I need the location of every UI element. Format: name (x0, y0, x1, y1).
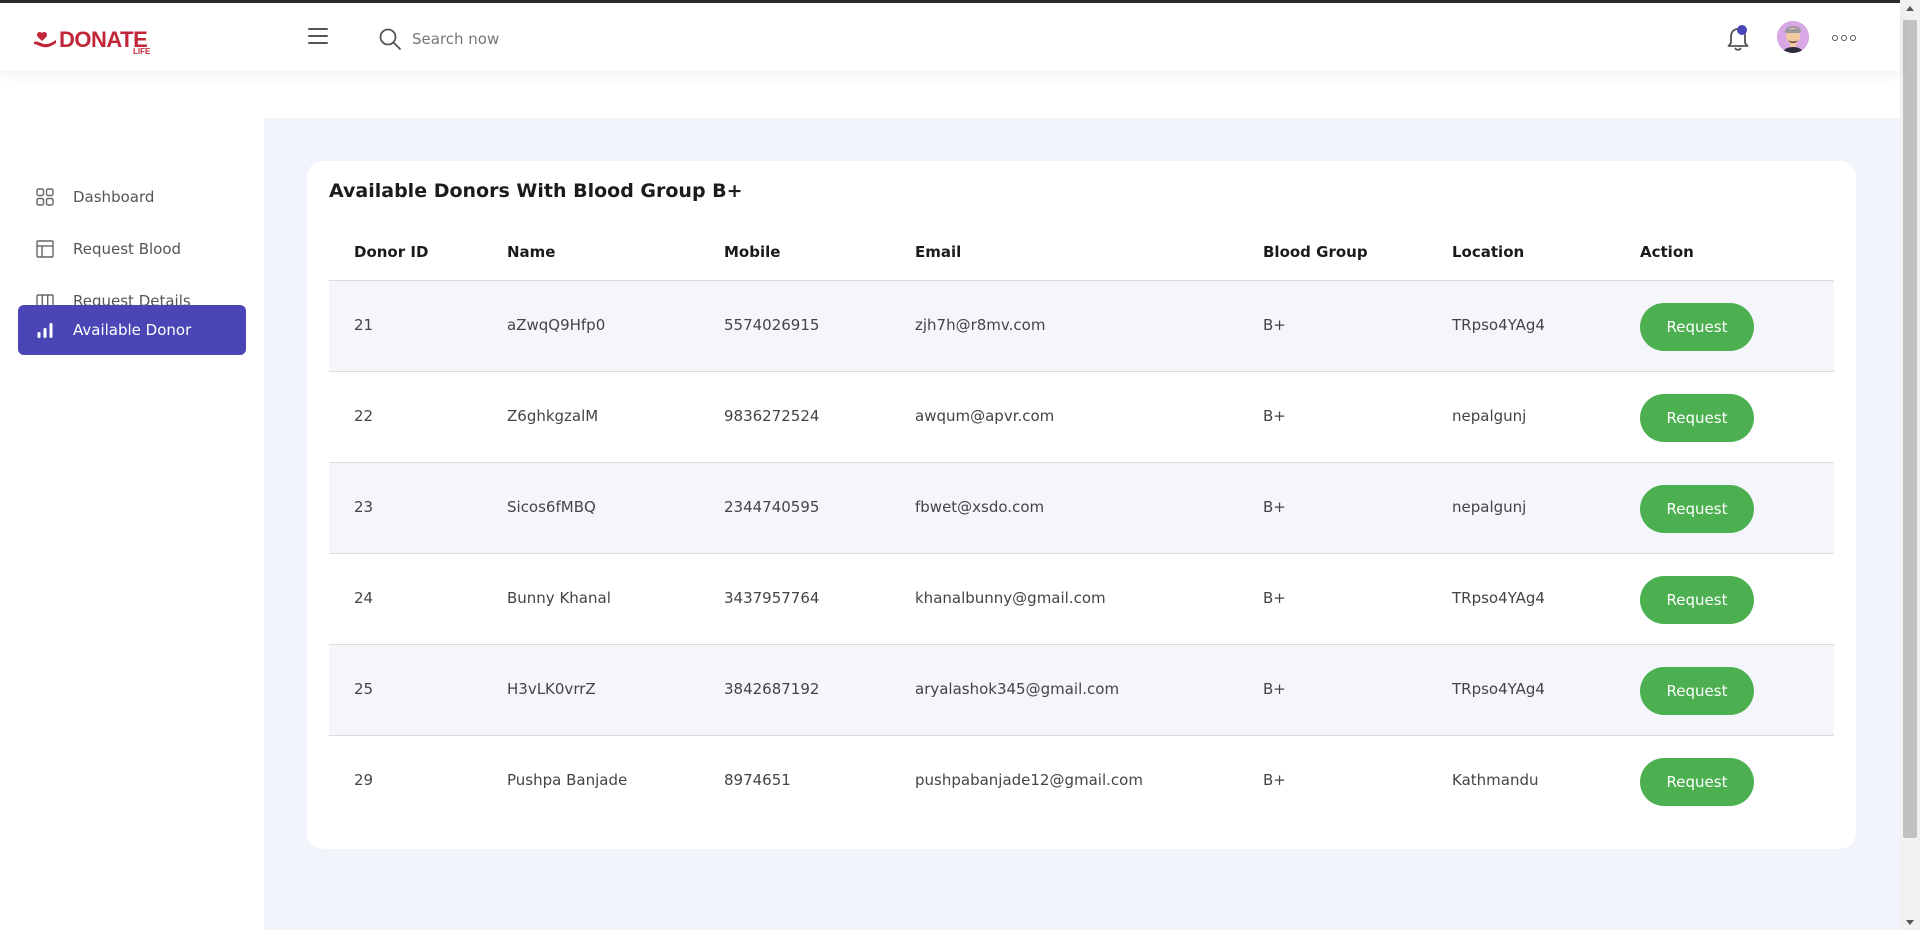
donor-id-cell: 22 (354, 407, 374, 425)
scroll-up-arrow-icon[interactable] (1906, 6, 1914, 11)
name-cell: H3vLK0vrrZ (507, 680, 596, 698)
search-icon (379, 28, 401, 50)
location-cell: TRpso4YAg4 (1452, 316, 1545, 334)
column-header-action: Action (1640, 243, 1694, 261)
donor-id-cell: 23 (354, 498, 374, 516)
user-avatar[interactable] (1777, 21, 1809, 53)
page-title: Available Donors With Blood Group B+ (329, 180, 743, 202)
mobile-cell: 9836272524 (724, 407, 820, 425)
location-cell: Kathmandu (1452, 771, 1539, 789)
table-row: 23 Sicos6fMBQ 2344740595 fbwet@xsdo.com … (329, 463, 1834, 554)
table-row: 21 aZwqQ9Hfp0 5574026915 zjh7h@r8mv.com … (329, 281, 1834, 372)
notification-badge (1737, 25, 1747, 35)
bar-chart-icon (35, 320, 55, 340)
mobile-cell: 2344740595 (724, 498, 820, 516)
email-cell: pushpabanjade12@gmail.com (915, 771, 1143, 789)
email-cell: khanalbunny@gmail.com (915, 589, 1106, 607)
request-button[interactable]: Request (1640, 485, 1754, 533)
scroll-down-arrow-icon[interactable] (1906, 920, 1914, 925)
request-button[interactable]: Request (1640, 667, 1754, 715)
column-header-email: Email (915, 243, 962, 261)
table-row: 22 Z6ghkgzalM 9836272524 awqum@apvr.com … (329, 372, 1834, 463)
column-header-location: Location (1452, 243, 1525, 261)
user-avatar-icon (1777, 21, 1809, 53)
request-button[interactable]: Request (1640, 758, 1754, 806)
donor-id-cell: 24 (354, 589, 374, 607)
blood-group-cell: B+ (1263, 407, 1286, 425)
table-row: 29 Pushpa Banjade 8974651 pushpabanjade1… (329, 736, 1834, 827)
donor-id-cell: 29 (354, 771, 374, 789)
location-cell: nepalgunj (1452, 407, 1527, 425)
location-cell: nepalgunj (1452, 498, 1527, 516)
sidebar-item-available-donor[interactable]: Available Donor (18, 305, 246, 355)
logo-subtext: LIFE (133, 47, 151, 56)
email-cell: fbwet@xsdo.com (915, 498, 1045, 516)
grid-icon (35, 187, 55, 207)
scrollbar-thumb[interactable] (1903, 20, 1917, 838)
donor-id-cell: 25 (354, 680, 374, 698)
search-input[interactable] (412, 23, 812, 55)
column-header-blood-group: Blood Group (1263, 243, 1368, 261)
request-button[interactable]: Request (1640, 576, 1754, 624)
table-header: Donor ID Name Mobile Email Blood Group L… (329, 223, 1834, 281)
name-cell: Pushpa Banjade (507, 771, 628, 789)
sidebar-item-label: Dashboard (73, 188, 155, 206)
menu-toggle-icon[interactable] (308, 28, 330, 48)
sidebar-item-label: Request Blood (73, 240, 182, 258)
blood-group-cell: B+ (1263, 316, 1286, 334)
email-cell: awqum@apvr.com (915, 407, 1055, 425)
sidebar-item-dashboard[interactable]: Dashboard (18, 172, 246, 222)
heart-hand-icon (34, 31, 56, 48)
table-row: 24 Bunny Khanal 3437957764 khanalbunny@g… (329, 554, 1834, 645)
mobile-cell: 8974651 (724, 771, 791, 789)
sidebar-item-label: Available Donor (73, 321, 192, 339)
donor-id-cell: 21 (354, 316, 374, 334)
vertical-scrollbar[interactable] (1900, 0, 1920, 930)
table-row: 25 H3vLK0vrrZ 3842687192 aryalashok345@g… (329, 645, 1834, 736)
column-header-mobile: Mobile (724, 243, 781, 261)
name-cell: Sicos6fMBQ (507, 498, 596, 516)
donor-table: Donor ID Name Mobile Email Blood Group L… (329, 223, 1834, 827)
name-cell: Z6ghkgzalM (507, 407, 599, 425)
name-cell: aZwqQ9Hfp0 (507, 316, 606, 334)
blood-group-cell: B+ (1263, 498, 1286, 516)
mobile-cell: 3842687192 (724, 680, 820, 698)
sidebar-item-request-blood[interactable]: Request Blood (18, 224, 246, 274)
column-header-donor-id: Donor ID (354, 243, 429, 261)
blood-group-cell: B+ (1263, 680, 1286, 698)
blood-group-cell: B+ (1263, 589, 1286, 607)
location-cell: TRpso4YAg4 (1452, 589, 1545, 607)
email-cell: zjh7h@r8mv.com (915, 316, 1046, 334)
location-cell: TRpso4YAg4 (1452, 680, 1545, 698)
name-cell: Bunny Khanal (507, 589, 611, 607)
column-header-name: Name (507, 243, 556, 261)
blood-group-cell: B+ (1263, 771, 1286, 789)
top-header: DONATE LIFE (0, 3, 1900, 71)
request-button[interactable]: Request (1640, 394, 1754, 442)
mobile-cell: 5574026915 (724, 316, 820, 334)
donor-table-card: Available Donors With Blood Group B+ Don… (307, 161, 1856, 849)
email-cell: aryalashok345@gmail.com (915, 680, 1120, 698)
mobile-cell: 3437957764 (724, 589, 820, 607)
request-button[interactable]: Request (1640, 303, 1754, 351)
more-options-icon[interactable] (1832, 30, 1858, 46)
layout-icon (35, 239, 55, 259)
main-content: Available Donors With Blood Group B+ Don… (264, 118, 1900, 930)
sidebar: Dashboard Request Blood Request Details (0, 71, 264, 930)
